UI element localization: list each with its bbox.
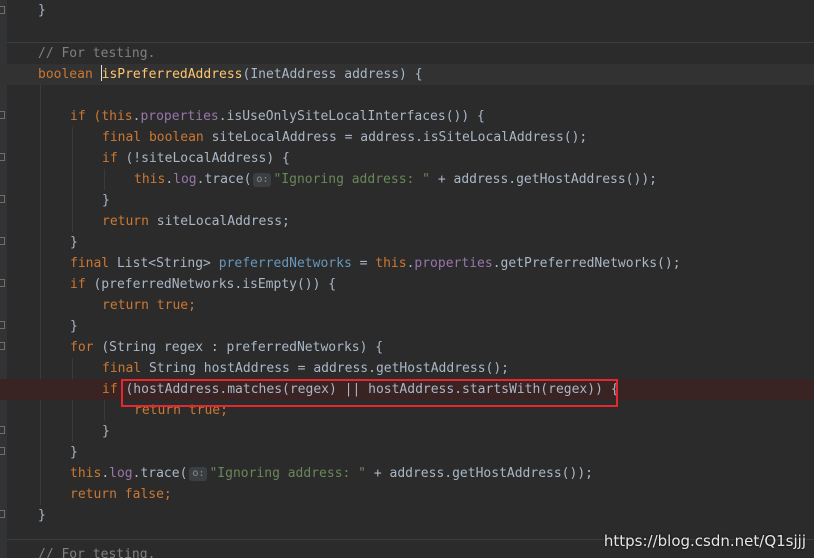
code-line[interactable]: final boolean siteLocalAddress = address… — [0, 127, 814, 148]
code-line[interactable]: return siteLocalAddress; — [0, 211, 814, 232]
code-text: + address.getHostAddress()); — [366, 466, 593, 481]
code-line[interactable]: return true; — [0, 295, 814, 316]
code-text: siteLocalAddress = address.isSiteLocalAd… — [211, 130, 588, 145]
closing-brace: } — [70, 319, 78, 334]
code-line[interactable]: if (preferredNetworks.isEmpty()) { — [0, 274, 814, 295]
keyword: final boolean — [102, 130, 212, 145]
string-literal: "Ignoring address: " — [209, 466, 367, 481]
string-literal: "Ignoring address: " — [273, 172, 431, 187]
code-statement: if (this.properties.isUseOnlySiteLocalIn… — [70, 106, 485, 127]
code-comment: // For testing. — [38, 46, 156, 61]
return-statement: return false; — [70, 487, 172, 502]
code-line[interactable]: } — [0, 0, 814, 21]
code-line[interactable]: final String hostAddress = address.getHo… — [0, 358, 814, 379]
closing-brace: } — [38, 3, 46, 18]
closing-brace: } — [70, 235, 78, 250]
keyword-this: this — [101, 109, 133, 124]
keyword: return — [102, 214, 157, 229]
highlight-annotation-box — [121, 379, 618, 407]
code-line[interactable]: final List<String> preferredNetworks = t… — [0, 253, 814, 274]
method-name[interactable]: isPreferredAddress — [102, 67, 243, 82]
code-text: .trace( — [196, 172, 252, 187]
keyword: boolean — [38, 67, 101, 82]
code-statement: final List<String> preferredNetworks = t… — [70, 253, 681, 274]
code-text: (!siteLocalAddress) { — [125, 151, 290, 166]
code-text: .isUseOnlySiteLocalInterfaces()) { — [218, 109, 485, 124]
code-statement: if (preferredNetworks.isEmpty()) { — [70, 274, 336, 295]
code-statement: final boolean siteLocalAddress = address… — [102, 127, 587, 148]
code-line[interactable]: for (String regex : preferredNetworks) { — [0, 337, 814, 358]
code-line[interactable]: // For testing. — [0, 43, 814, 64]
keyword: final — [70, 256, 117, 271]
code-text: (String regex : preferredNetworks) { — [101, 340, 384, 355]
keyword: final — [102, 361, 149, 376]
code-statement: return siteLocalAddress; — [102, 211, 290, 232]
code-line[interactable]: } — [0, 316, 814, 337]
code-statement: this.log.trace(o: "Ignoring address: " + … — [134, 169, 657, 190]
code-line[interactable]: } — [0, 190, 814, 211]
keyword: for — [70, 340, 102, 355]
keyword: if ( — [70, 109, 102, 124]
dot: . — [165, 172, 174, 187]
code-statement: if (!siteLocalAddress) { — [102, 148, 290, 169]
code-line[interactable]: } — [0, 442, 814, 463]
code-line-current[interactable]: boolean isPreferredAddress(InetAddress a… — [0, 64, 814, 85]
dot: . — [101, 466, 110, 481]
field-ref: log — [109, 466, 133, 481]
code-text: = — [351, 256, 376, 271]
closing-brace: } — [102, 193, 110, 208]
code-text: siteLocalAddress; — [156, 214, 290, 229]
code-statement: for (String regex : preferredNetworks) { — [70, 337, 383, 358]
watermark-text: https://blog.csdn.net/Q1sjjj — [603, 532, 806, 550]
code-line[interactable]: return false; — [0, 484, 814, 505]
code-text: String hostAddress = address.getHostAddr… — [148, 361, 509, 376]
keyword-this: this — [375, 256, 407, 271]
code-line[interactable]: this.log.trace(o: "Ignoring address: " + … — [0, 463, 814, 484]
parameter-hint: o: — [189, 467, 208, 481]
code-line[interactable]: if (!siteLocalAddress) { — [0, 148, 814, 169]
code-comment: // For testing. — [38, 547, 156, 558]
code-text: .getPreferredNetworks(); — [492, 256, 681, 271]
code-line[interactable]: if (this.properties.isUseOnlySiteLocalIn… — [0, 106, 814, 127]
field-ref: log — [173, 172, 197, 187]
code-statement: this.log.trace(o: "Ignoring address: " + … — [70, 463, 593, 484]
keyword-this: this — [70, 466, 102, 481]
keyword-this: this — [134, 172, 166, 187]
return-statement: return true; — [102, 298, 196, 313]
keyword: if — [102, 151, 126, 166]
keyword: if — [70, 277, 94, 292]
code-text: (preferredNetworks.isEmpty()) { — [93, 277, 337, 292]
closing-brace: } — [102, 424, 110, 439]
closing-brace: } — [70, 445, 78, 460]
type-name: List<String> — [116, 256, 219, 271]
code-line[interactable]: } — [0, 421, 814, 442]
code-text: .trace( — [132, 466, 188, 481]
code-line[interactable]: } — [0, 505, 814, 526]
variable-name: preferredNetworks — [218, 256, 352, 271]
field-ref: properties — [140, 109, 219, 124]
code-line[interactable]: this.log.trace(o: "Ignoring address: " + … — [0, 169, 814, 190]
method-signature: boolean isPreferredAddress(InetAddress a… — [38, 64, 423, 85]
parameter-hint: o: — [253, 173, 272, 187]
code-editor[interactable]: } // For testing. boolean isPreferredAdd… — [0, 0, 814, 558]
code-text: + address.getHostAddress()); — [430, 172, 657, 187]
code-line[interactable]: } — [0, 232, 814, 253]
code-statement: final String hostAddress = address.getHo… — [102, 358, 509, 379]
closing-brace: } — [38, 508, 46, 523]
field-ref: properties — [414, 256, 493, 271]
method-params: (InetAddress address) { — [242, 67, 423, 82]
